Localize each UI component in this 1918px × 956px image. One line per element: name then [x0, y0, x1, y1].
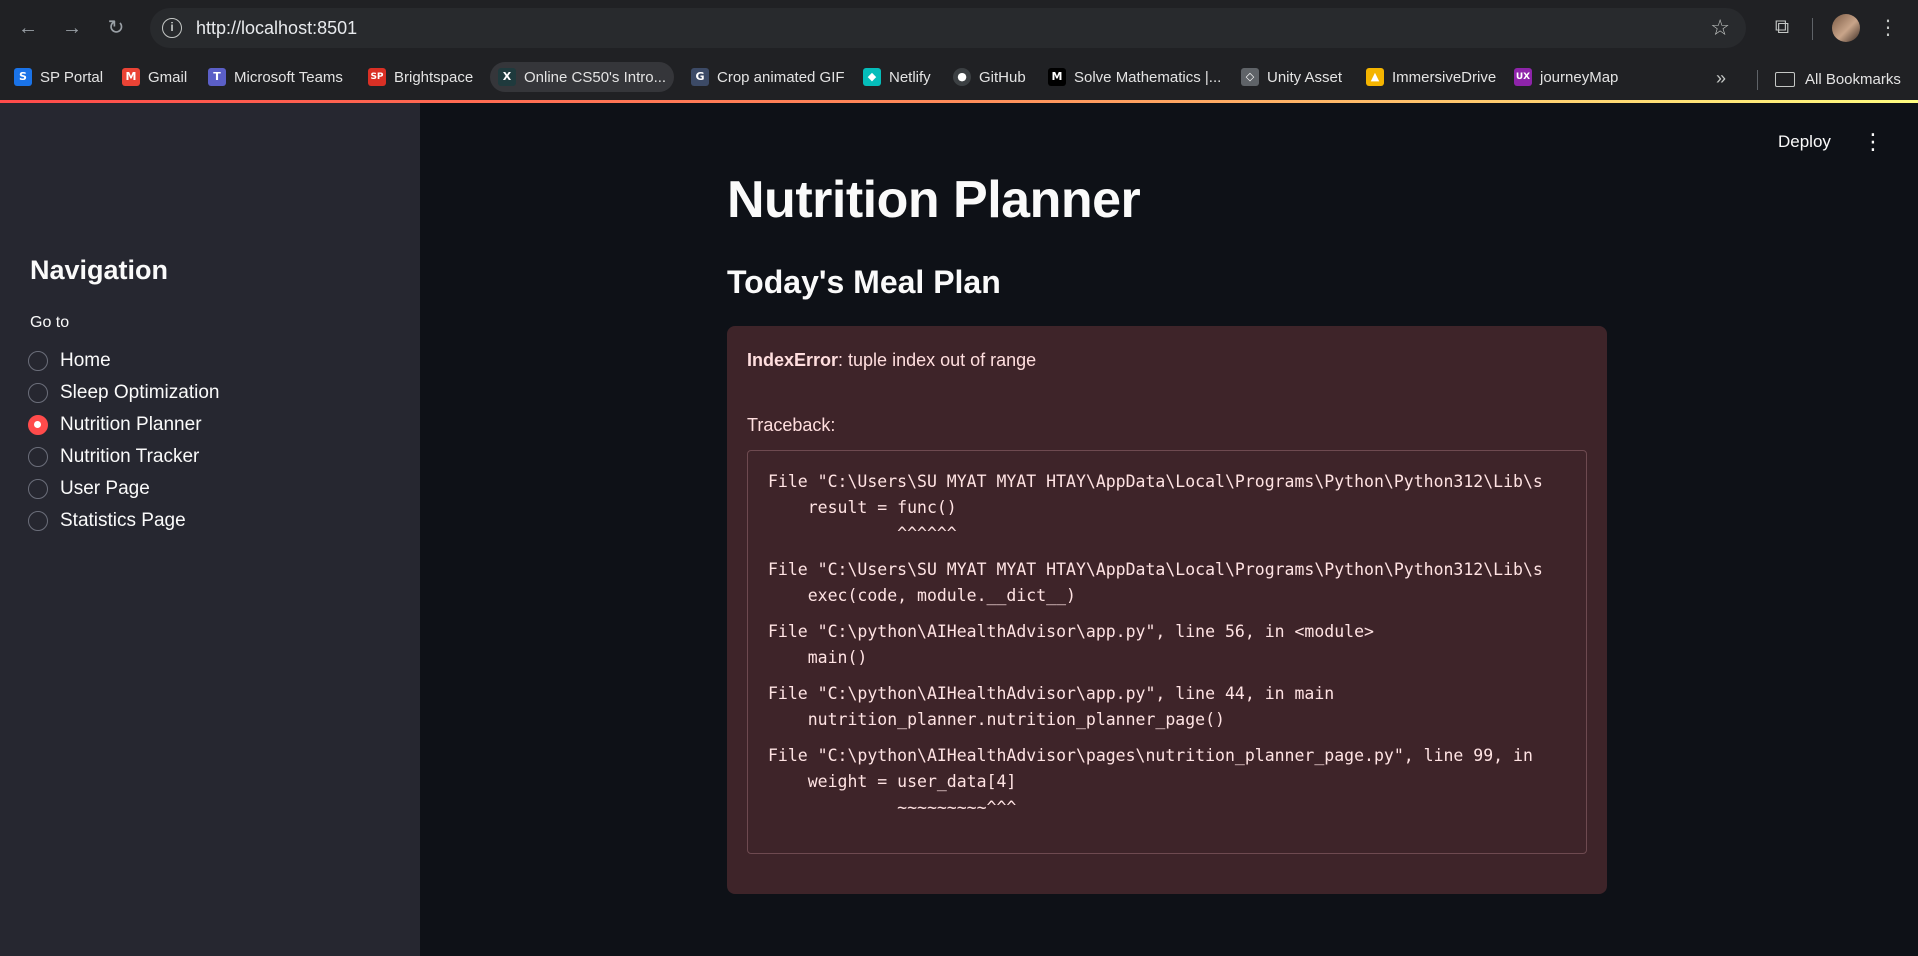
bookmarks-divider: [1757, 70, 1758, 90]
radio-option-sleep-optimization[interactable]: Sleep Optimization: [28, 380, 219, 406]
bookmarks-overflow-icon[interactable]: »: [1716, 68, 1726, 88]
radio-circle[interactable]: [28, 447, 48, 467]
traceback-line: weight = user_data[4]: [768, 772, 1017, 791]
traceback-line: File "C:\Users\SU MYAT MYAT HTAY\AppData…: [768, 560, 1543, 579]
forward-arrow-icon[interactable]: →: [58, 14, 86, 42]
mathway-icon: M: [1048, 68, 1066, 86]
radio-option-statistics-page[interactable]: Statistics Page: [28, 508, 186, 534]
folder-icon: [1775, 71, 1795, 87]
google-drive-icon: ▲: [1366, 68, 1384, 86]
bookmark-crop-gif[interactable]: G Crop animated GIF: [683, 62, 853, 92]
all-bookmarks-button[interactable]: All Bookmarks: [1775, 68, 1901, 90]
radio-circle[interactable]: [28, 383, 48, 403]
traceback-line: File "C:\python\AIHealthAdvisor\pages\nu…: [768, 746, 1533, 765]
radio-option-nutrition-planner[interactable]: Nutrition Planner: [28, 412, 202, 438]
bookmark-cs50[interactable]: X Online CS50's Intro...: [490, 62, 675, 92]
error-text: : tuple index out of range: [838, 350, 1037, 370]
bookmark-mathway[interactable]: M Solve Mathematics |...: [1040, 62, 1229, 92]
traceback-code-block[interactable]: File "C:\Users\SU MYAT MYAT HTAY\AppData…: [747, 450, 1587, 854]
radio-circle-selected[interactable]: [28, 415, 48, 435]
sp-portal-icon: S: [14, 68, 32, 86]
brightspace-icon: SP: [368, 68, 386, 86]
browser-toolbar: ← → ↻ i http://localhost:8501 ☆ ⧉ ⋮: [0, 0, 1918, 56]
exception-box: IndexError: tuple index out of range Tra…: [727, 326, 1607, 894]
radio-group-label: Go to: [30, 314, 70, 331]
error-type: IndexError: [747, 350, 839, 370]
back-arrow-icon[interactable]: ←: [14, 14, 42, 42]
journeymap-icon: UX: [1514, 68, 1532, 86]
radio-circle[interactable]: [28, 479, 48, 499]
traceback-line: main(): [768, 648, 868, 667]
deploy-button[interactable]: Deploy: [1778, 132, 1831, 152]
radio-option-nutrition-tracker[interactable]: Nutrition Tracker: [28, 444, 199, 470]
toolbar-divider: [1812, 18, 1813, 40]
ezgif-icon: G: [691, 68, 709, 86]
browser-menu-icon[interactable]: ⋮: [1878, 14, 1898, 42]
bookmark-gmail[interactable]: M Gmail: [114, 62, 195, 92]
profile-avatar[interactable]: [1832, 14, 1860, 42]
netlify-icon: ◆: [863, 68, 881, 86]
bookmark-sp-portal[interactable]: S SP Portal: [6, 62, 111, 92]
error-message: IndexError: tuple index out of range: [747, 350, 1036, 371]
radio-option-user-page[interactable]: User Page: [28, 476, 150, 502]
traceback-line: nutrition_planner.nutrition_planner_page…: [768, 710, 1225, 729]
radio-circle[interactable]: [28, 351, 48, 371]
site-info-icon[interactable]: i: [162, 18, 182, 38]
traceback-label: Traceback:: [747, 415, 836, 435]
bookmarks-bar: S SP Portal M Gmail T Microsoft Teams SP Bri…: [0, 56, 1918, 100]
sidebar-title: Navigation: [30, 255, 169, 285]
gmail-icon: M: [122, 68, 140, 86]
radio-option-home[interactable]: Home: [28, 348, 111, 374]
github-icon: ●: [953, 68, 971, 86]
teams-icon: T: [208, 68, 226, 86]
app-menu-icon[interactable]: ⋮: [1862, 131, 1884, 153]
unity-icon: ◇: [1241, 68, 1259, 86]
bookmark-github[interactable]: ● GitHub: [945, 62, 1034, 92]
bookmark-microsoft-teams[interactable]: T Microsoft Teams: [200, 62, 351, 92]
traceback-line: File "C:\python\AIHealthAdvisor\app.py",…: [768, 684, 1335, 703]
traceback-line: ^^^^^^: [768, 524, 957, 543]
reload-icon[interactable]: ↻: [102, 14, 130, 42]
extensions-puzzle-icon[interactable]: ⧉: [1769, 14, 1795, 40]
radio-circle[interactable]: [28, 511, 48, 531]
section-subheader: Today's Meal Plan: [727, 264, 1001, 300]
page-title: Nutrition Planner: [727, 171, 1141, 229]
bookmark-unity-asset[interactable]: ◇ Unity Asset: [1233, 62, 1350, 92]
bookmark-netlify[interactable]: ◆ Netlify: [855, 62, 939, 92]
traceback-line: File "C:\Users\SU MYAT MYAT HTAY\AppData…: [768, 472, 1543, 491]
traceback-line: result = func(): [768, 498, 957, 517]
edx-icon: X: [498, 68, 516, 86]
address-bar[interactable]: i http://localhost:8501 ☆: [150, 8, 1746, 48]
traceback-line: File "C:\python\AIHealthAdvisor\app.py",…: [768, 622, 1374, 641]
traceback-line: ~~~~~~~~~^^^: [768, 798, 1017, 817]
bookmark-brightspace[interactable]: SP Brightspace: [360, 62, 481, 92]
traceback-line: exec(code, module.__dict__): [768, 586, 1076, 605]
bookmark-journeymap[interactable]: UX journeyMap: [1506, 62, 1626, 92]
bookmark-immersive-drive[interactable]: ▲ ImmersiveDrive: [1358, 62, 1504, 92]
url-text[interactable]: http://localhost:8501: [196, 17, 357, 39]
bookmark-star-icon[interactable]: ☆: [1710, 15, 1730, 41]
